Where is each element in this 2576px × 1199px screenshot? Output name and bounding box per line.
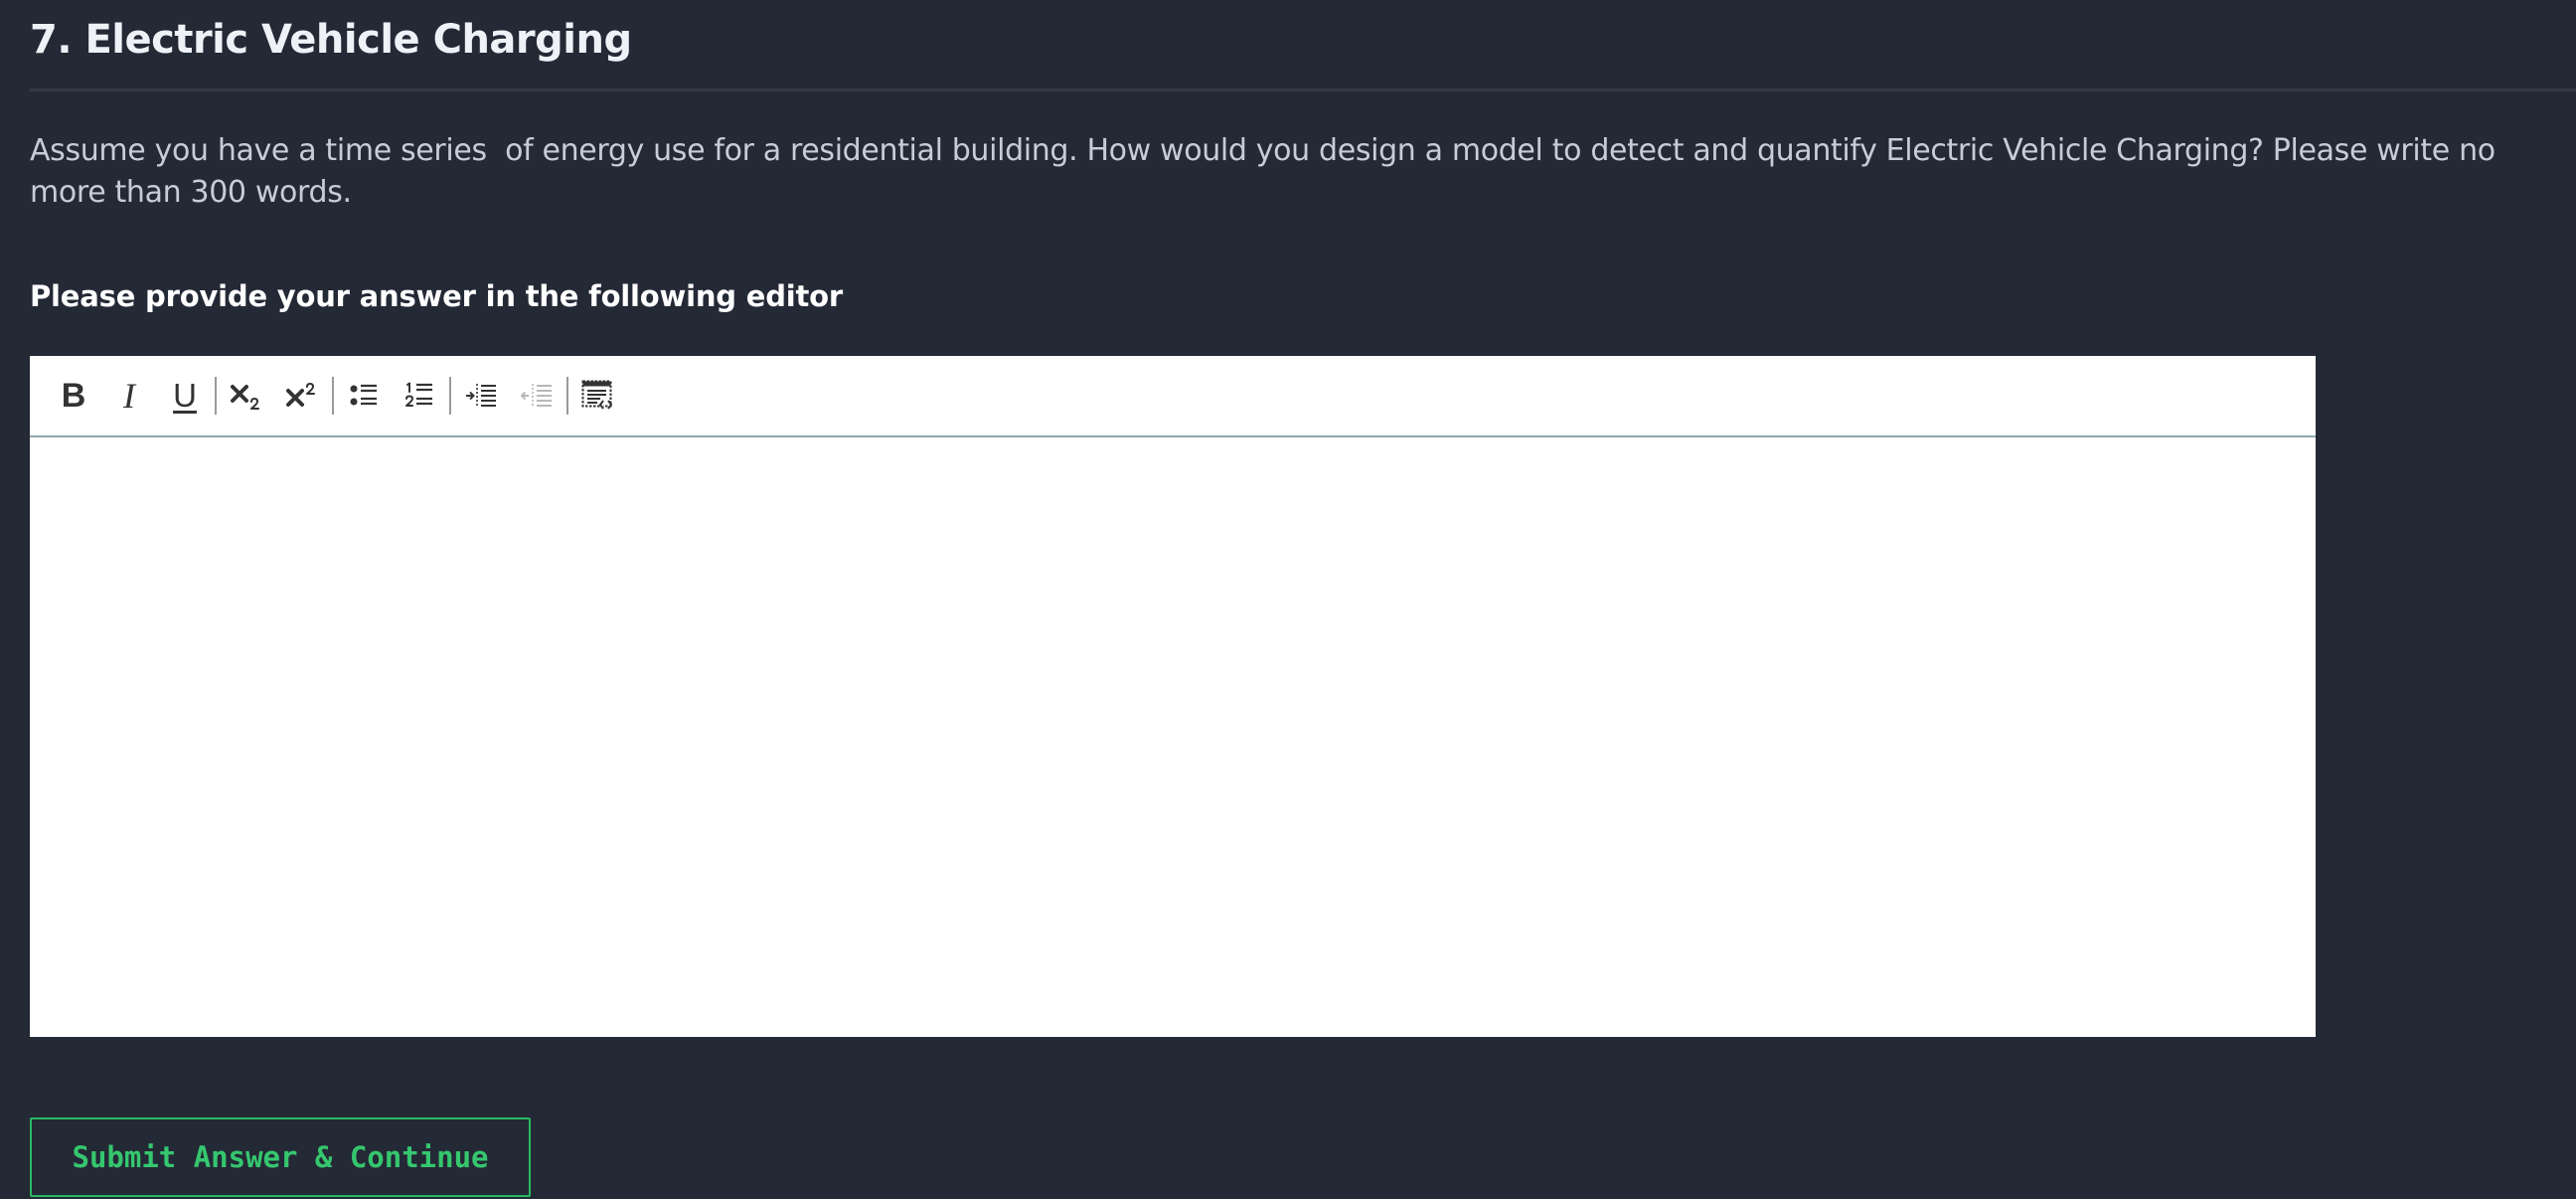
toolbar-separator — [566, 377, 568, 415]
title-divider — [30, 88, 2576, 91]
superscript-button[interactable] — [274, 368, 330, 424]
submit-answer-button[interactable]: Submit Answer & Continue — [30, 1117, 531, 1197]
toolbar-separator — [449, 377, 451, 415]
bulleted-list-icon — [349, 382, 379, 410]
italic-button[interactable]: I — [101, 368, 157, 424]
indent-icon — [465, 382, 497, 410]
bulleted-list-button[interactable] — [336, 368, 392, 424]
outdent-button[interactable] — [509, 368, 564, 424]
numbered-list-button[interactable] — [392, 368, 447, 424]
editor-toolbar: B I U — [30, 356, 2316, 437]
question-text: Assume you have a time series of energy … — [30, 133, 2504, 210]
editor-text-area[interactable] — [30, 437, 2316, 1035]
bold-button[interactable]: B — [46, 368, 101, 424]
italic-icon: I — [123, 376, 135, 416]
outdent-icon — [521, 382, 553, 410]
answer-instruction: Please provide your answer in the follow… — [30, 279, 844, 313]
toolbar-separator — [215, 377, 217, 415]
underline-icon: U — [173, 377, 197, 414]
rich-text-editor: B I U — [30, 356, 2316, 1037]
superscript-icon — [285, 381, 319, 411]
toolbar-separator — [332, 377, 334, 415]
numbered-list-icon — [404, 381, 434, 411]
source-code-icon — [581, 380, 615, 412]
indent-button[interactable] — [453, 368, 509, 424]
source-code-button[interactable] — [570, 368, 626, 424]
question-title: 7. Electric Vehicle Charging — [30, 17, 632, 63]
underline-button[interactable]: U — [157, 368, 213, 424]
bold-icon: B — [61, 376, 86, 415]
subscript-button[interactable] — [219, 368, 274, 424]
subscript-icon — [230, 381, 263, 411]
